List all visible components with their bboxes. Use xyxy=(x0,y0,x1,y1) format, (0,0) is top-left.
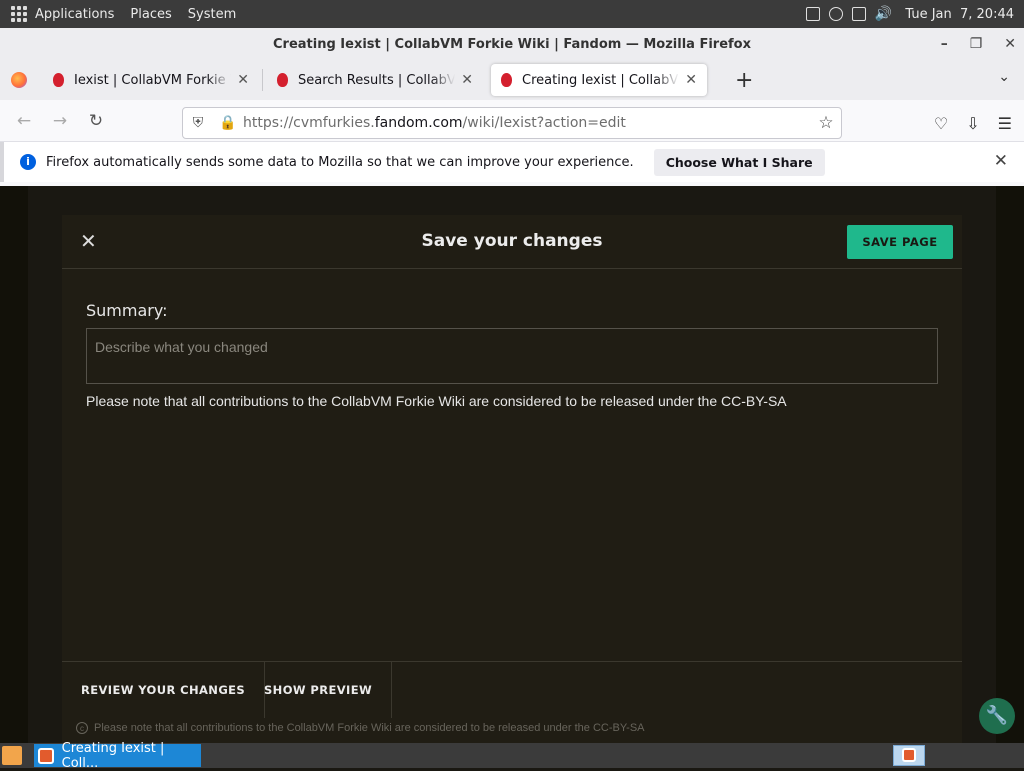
window-title: Creating Iexist | CollabVM Forkie Wiki |… xyxy=(273,36,751,52)
cc-icon: c xyxy=(76,722,88,734)
tab-creating-iexist[interactable]: Creating Iexist | CollabVM F ✕ xyxy=(491,64,707,96)
tab-close-icon[interactable]: ✕ xyxy=(237,72,249,88)
fandom-favicon-icon xyxy=(277,73,288,87)
window-icon[interactable] xyxy=(851,7,866,21)
tab-strip: Iexist | CollabVM Forkie Wiki ✕ Search R… xyxy=(0,60,1024,100)
clipboard-icon[interactable] xyxy=(805,7,820,21)
url-bar[interactable]: ⛨ 🔒 https://cvmfurkies.fandom.com/wiki/I… xyxy=(182,107,842,139)
firefox-logo-icon[interactable] xyxy=(11,72,27,88)
tab-close-icon[interactable]: ✕ xyxy=(461,72,473,88)
fandom-favicon-icon xyxy=(501,73,512,87)
save-page-button[interactable]: SAVE PAGE xyxy=(847,225,953,259)
workspace-window-icon xyxy=(902,748,916,762)
dialog-header: ✕ Save your changes SAVE PAGE xyxy=(62,215,962,269)
chevron-down-icon[interactable]: ⌄ xyxy=(998,69,1010,85)
bookmark-star-icon[interactable]: ☆ xyxy=(811,113,841,133)
workspace-switcher[interactable] xyxy=(893,745,925,766)
new-tab-icon[interactable]: + xyxy=(735,68,753,93)
titlebar: Creating Iexist | CollabVM Forkie Wiki |… xyxy=(0,28,1024,60)
tab-label: Search Results | CollabVM F xyxy=(298,72,456,88)
summary-label: Summary: xyxy=(86,301,168,320)
forward-icon[interactable]: → xyxy=(42,111,78,131)
taskbar-firefox-task[interactable]: Creating Iexist | Coll... xyxy=(34,741,201,771)
clock[interactable]: Tue Jan 7, 20:44 xyxy=(905,7,1014,22)
license-note: Please note that all contributions to th… xyxy=(86,393,787,409)
summary-input[interactable] xyxy=(86,328,938,384)
system-menu[interactable]: System xyxy=(188,7,236,22)
maximize-icon[interactable]: ❐ xyxy=(970,36,983,52)
dialog-title: Save your changes xyxy=(421,231,603,251)
close-icon[interactable]: ✕ xyxy=(994,151,1008,171)
tab-close-icon[interactable]: ✕ xyxy=(685,72,697,88)
toolbar-right: ♡ ⇩ ☰ xyxy=(934,107,1012,139)
tab-label: Iexist | CollabVM Forkie Wiki xyxy=(74,72,231,88)
fandom-favicon-icon xyxy=(53,73,64,87)
applications-menu[interactable]: Applications xyxy=(35,7,114,22)
tracking-shield-icon[interactable]: ⛨ xyxy=(183,115,213,131)
url-text[interactable]: https://cvmfurkies.fandom.com/wiki/Iexis… xyxy=(243,115,811,131)
lock-icon[interactable]: 🔒 xyxy=(213,115,243,131)
footer-license-note: c Please note that all contributions to t… xyxy=(76,722,645,734)
task-label: Creating Iexist | Coll... xyxy=(61,740,165,771)
tab-iexist[interactable]: Iexist | CollabVM Forkie Wiki ✕ xyxy=(43,64,259,96)
review-changes-button[interactable]: REVIEW YOUR CHANGES xyxy=(62,662,266,718)
save-changes-dialog: ✕ Save your changes SAVE PAGE Summary: P… xyxy=(62,215,962,743)
wrench-icon[interactable]: 🔧 xyxy=(979,698,1015,734)
info-icon: i xyxy=(20,154,36,170)
volume-icon[interactable]: 🔊 xyxy=(875,6,892,22)
reload-icon[interactable]: ↻ xyxy=(78,111,114,131)
show-preview-button[interactable]: SHOW PREVIEW xyxy=(245,662,393,718)
pocket-icon[interactable]: ♡ xyxy=(934,114,948,133)
page-content: ✕ Save your changes SAVE PAGE Summary: P… xyxy=(0,186,1024,743)
apps-grid-icon[interactable] xyxy=(11,6,27,22)
data-notification-bar: i Firefox automatically sends some data … xyxy=(0,142,1024,182)
taskbar: Creating Iexist | Coll... xyxy=(0,741,1024,771)
tab-search-results[interactable]: Search Results | CollabVM F ✕ xyxy=(262,64,483,96)
download-icon[interactable]: ⇩ xyxy=(966,114,979,133)
tab-label: Creating Iexist | CollabVM F xyxy=(522,72,679,88)
choose-what-i-share-button[interactable]: Choose What I Share xyxy=(653,148,825,176)
shield-icon[interactable] xyxy=(828,7,843,21)
minimize-icon[interactable]: – xyxy=(941,36,948,52)
back-icon[interactable]: ← xyxy=(6,111,42,131)
top-panel: Applications Places System 🔊 Tue Jan 7, … xyxy=(0,0,1024,28)
menu-icon[interactable]: ☰ xyxy=(998,114,1012,133)
notification-message: Firefox automatically sends some data to… xyxy=(46,154,634,170)
places-menu[interactable]: Places xyxy=(130,7,171,22)
close-window-icon[interactable]: ✕ xyxy=(1004,36,1016,52)
firefox-task-icon xyxy=(38,747,54,764)
show-desktop-icon[interactable] xyxy=(2,746,22,765)
dialog-footer: REVIEW YOUR CHANGES SHOW PREVIEW c Please… xyxy=(62,661,962,743)
